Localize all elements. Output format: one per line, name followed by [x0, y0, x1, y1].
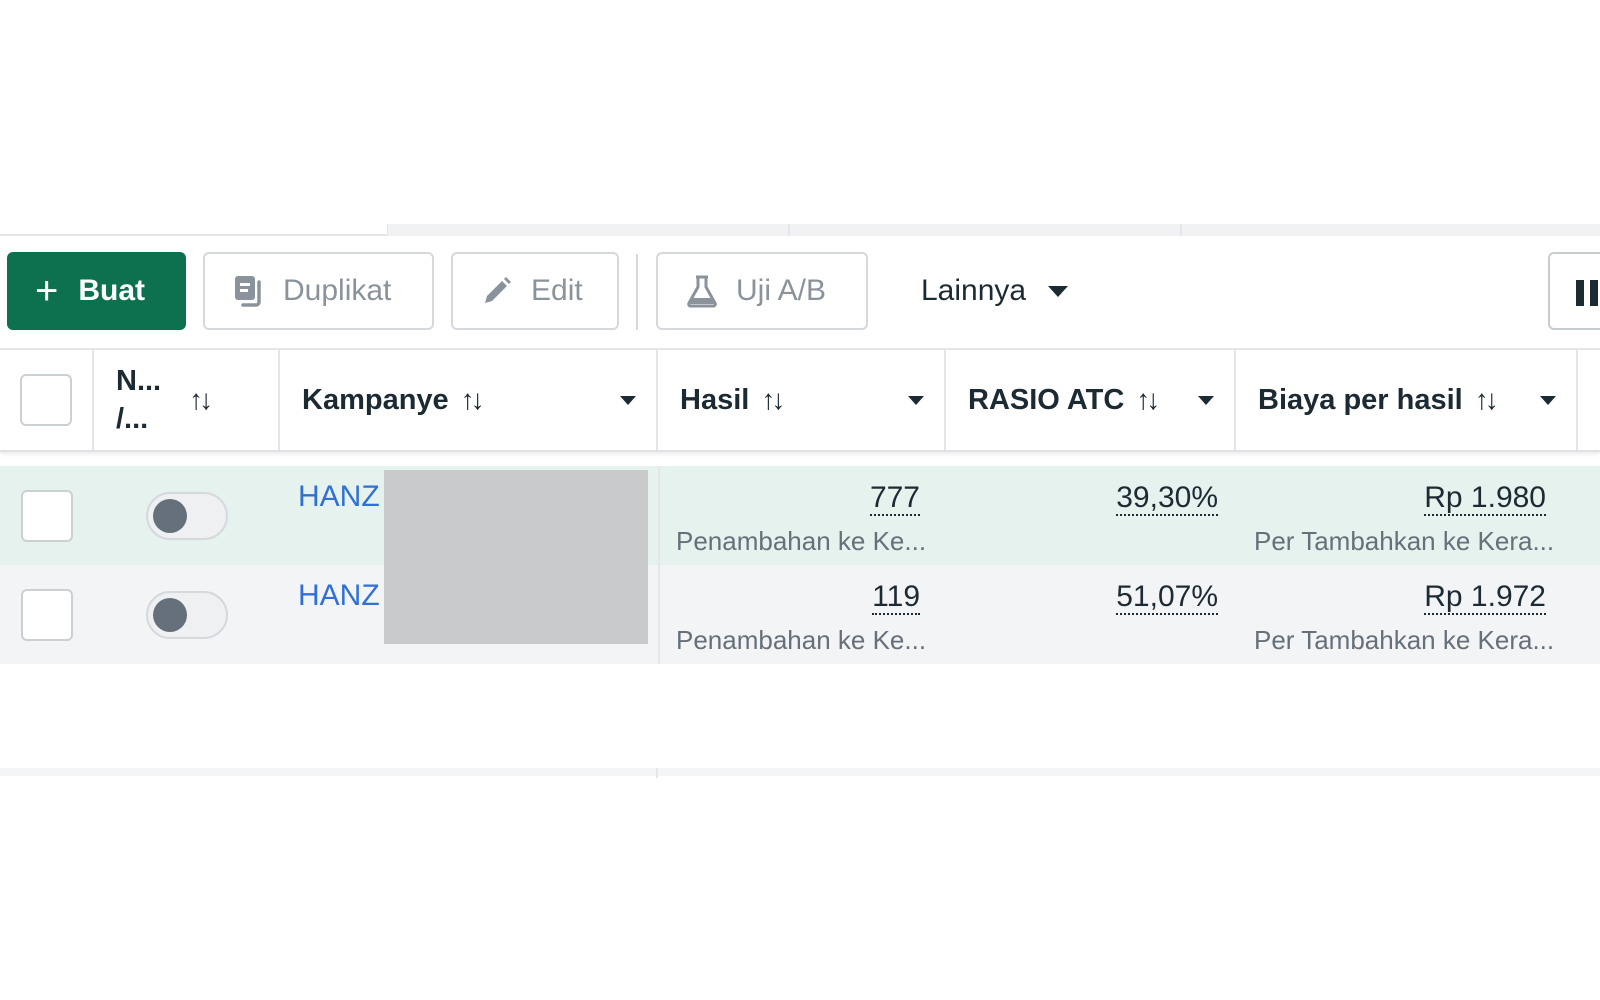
header-onoff-label: N... /... [116, 362, 161, 438]
plus-icon: + [35, 269, 59, 313]
table-row[interactable]: HANZ 777 Penambahan ke Ke... 39,30% Rp 1… [0, 466, 1600, 565]
edit-button[interactable]: Edit [451, 252, 619, 330]
table-header: N... /... ↑↓ Kampanye ↑↓ Hasil ↑↓ RASIO … [0, 348, 1600, 452]
header-atc-label: RASIO ATC [968, 383, 1125, 416]
pencil-icon [479, 273, 515, 309]
header-results[interactable]: Hasil ↑↓ [658, 350, 946, 450]
duplicate-button[interactable]: Duplikat [203, 252, 434, 330]
header-onoff[interactable]: N... /... ↑↓ [94, 350, 280, 450]
header-results-label: Hasil [680, 383, 750, 416]
tab-strip [0, 224, 1600, 236]
campaign-toggle[interactable] [146, 590, 228, 639]
cost-value[interactable]: Rp 1.980 [1424, 482, 1546, 516]
row-atc-cell: 39,30% [946, 466, 1236, 565]
tab-separator [1180, 224, 1182, 236]
edit-label: Edit [531, 274, 583, 307]
sort-icon[interactable]: ↑↓ [1475, 384, 1499, 416]
toggle-knob [153, 498, 187, 533]
tab-active[interactable] [0, 224, 388, 236]
campaign-toggle[interactable] [146, 491, 228, 540]
header-onoff-line2: /... [116, 403, 149, 435]
flask-icon [684, 273, 720, 309]
sort-icon[interactable]: ↑↓ [461, 384, 485, 416]
caret-down-icon[interactable] [620, 396, 636, 405]
columns-button[interactable] [1548, 252, 1600, 330]
results-value[interactable]: 777 [869, 482, 920, 516]
header-atc-ratio[interactable]: RASIO ATC ↑↓ [946, 350, 1236, 450]
row-results-cell: 119 Penambahan ke Ke... [658, 565, 946, 664]
sort-icon[interactable]: ↑↓ [1136, 384, 1160, 416]
results-value[interactable]: 119 [872, 581, 920, 615]
row-checkbox[interactable] [21, 588, 73, 641]
atc-ratio-value[interactable]: 39,30% [1116, 482, 1218, 516]
redaction-block [384, 470, 648, 644]
header-cost-per-result[interactable]: Biaya per hasil ↑↓ [1236, 350, 1578, 450]
cost-subtext: Per Tambahkan ke Kera... [1254, 526, 1555, 556]
cost-subtext: Per Tambahkan ke Kera... [1254, 625, 1555, 655]
header-campaign-label: Kampanye [302, 383, 449, 416]
caret-down-icon[interactable] [908, 396, 924, 405]
header-cost-label: Biaya per hasil [1258, 383, 1463, 416]
toolbar-divider [636, 254, 638, 330]
more-label: Lainnya [921, 274, 1027, 307]
cost-value[interactable]: Rp 1.972 [1424, 581, 1546, 615]
campaign-link[interactable]: HANZ [298, 579, 380, 612]
header-onoff-line1: N... [116, 365, 162, 397]
caret-down-icon [1048, 285, 1069, 297]
row-checkbox[interactable] [21, 489, 73, 542]
row-cost-cell: Rp 1.972 Per Tambahkan ke Kera... [1236, 565, 1578, 664]
sort-icon[interactable]: ↑↓ [189, 384, 213, 416]
header-campaign[interactable]: Kampanye ↑↓ [280, 350, 658, 450]
ab-test-button[interactable]: Uji A/B [656, 252, 868, 330]
sort-icon[interactable]: ↑↓ [761, 384, 785, 416]
row-select-cell [0, 565, 94, 664]
row-atc-cell: 51,07% [946, 565, 1236, 664]
header-select-all [0, 350, 94, 450]
results-subtext: Penambahan ke Ke... [676, 625, 927, 655]
table-footer-strip [0, 768, 1600, 776]
campaign-table: N... /... ↑↓ Kampanye ↑↓ Hasil ↑↓ RASIO … [0, 348, 1600, 664]
ab-test-label: Uji A/B [736, 274, 827, 307]
duplicate-label: Duplikat [283, 274, 392, 307]
toggle-knob [153, 597, 187, 632]
table-row[interactable]: HANZ 119 Penambahan ke Ke... 51,07% Rp 1… [0, 565, 1600, 664]
select-all-checkbox[interactable] [20, 374, 72, 426]
column-divider [656, 768, 658, 778]
more-dropdown[interactable]: Lainnya [921, 252, 1069, 330]
row-cost-cell: Rp 1.980 Per Tambahkan ke Kera... [1236, 466, 1578, 565]
campaign-link[interactable]: HANZ [298, 480, 380, 513]
row-toggle-cell [94, 466, 280, 565]
columns-icon [1576, 280, 1598, 306]
tab-separator [788, 224, 790, 236]
create-label: Buat [78, 274, 146, 307]
toolbar: + Buat Duplikat Edit Uji A/B Lainnya [0, 252, 1600, 330]
duplicate-icon [231, 273, 267, 309]
results-subtext: Penambahan ke Ke... [676, 526, 927, 556]
create-button[interactable]: + Buat [7, 252, 186, 330]
header-next-column [1578, 350, 1600, 450]
row-results-cell: 777 Penambahan ke Ke... [658, 466, 946, 565]
caret-down-icon[interactable] [1198, 396, 1214, 405]
row-select-cell [0, 466, 94, 565]
atc-ratio-value[interactable]: 51,07% [1116, 581, 1218, 615]
caret-down-icon[interactable] [1540, 396, 1556, 405]
row-toggle-cell [94, 565, 280, 664]
